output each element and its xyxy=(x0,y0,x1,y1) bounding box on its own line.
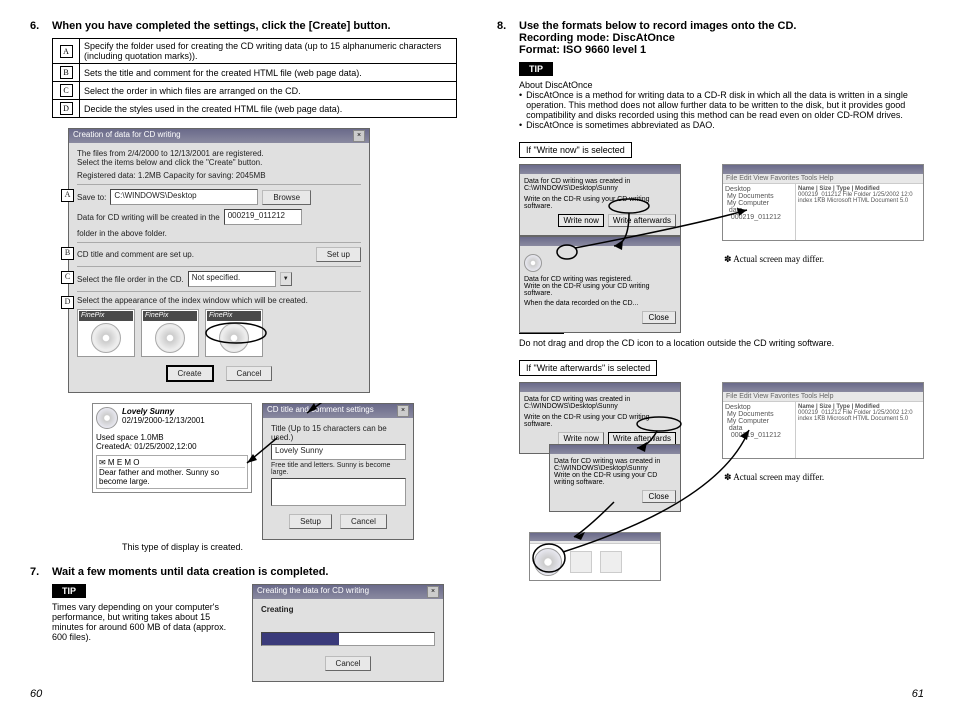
cd-icon xyxy=(524,254,542,272)
page-number: 60 xyxy=(30,688,42,700)
differ-note: ✽ Actual screen may differ. xyxy=(724,254,924,265)
writenow-label: If "Write now" is selected xyxy=(519,142,632,158)
folder-icon xyxy=(600,551,622,573)
style-thumb[interactable]: FinePix xyxy=(205,309,263,357)
cancel-button[interactable]: Cancel xyxy=(325,656,372,671)
progress-dialog: Creating the data for CD writing× Creati… xyxy=(252,584,444,682)
explorer-window-2: File Edit View Favorites Tools Help Desk… xyxy=(722,382,924,459)
writing-dialog: Data for CD writing was registered. Writ… xyxy=(519,236,681,333)
close-button[interactable]: Close xyxy=(642,311,676,324)
saveto-input[interactable]: C:\WINDOWS\Desktop xyxy=(110,189,258,205)
create-button[interactable]: Create xyxy=(166,365,214,382)
cancel-button[interactable]: Cancel xyxy=(340,514,387,529)
caption: This type of display is created. xyxy=(122,542,457,552)
page-right: 8. Use the formats below to record image… xyxy=(497,20,924,700)
differ-note-2: ✽ Actual screen may differ. xyxy=(724,472,924,483)
folder-input[interactable]: 000219_011212 xyxy=(224,209,302,225)
preview-card: Lovely Sunny 02/19/2000-12/13/2001 Used … xyxy=(92,403,252,493)
tip-badge: TIP xyxy=(519,62,553,76)
chevron-down-icon[interactable]: ▼ xyxy=(280,272,292,286)
progress-bar xyxy=(261,632,435,646)
comment-input[interactable] xyxy=(271,478,406,506)
cd-icon[interactable] xyxy=(534,548,562,576)
writing-dialog-2: Data for CD writing was created in C:\WI… xyxy=(549,444,681,512)
explorer-window: File Edit View Favorites Tools Help Desk… xyxy=(722,164,924,241)
step7-heading: 7. Wait a few moments until data creatio… xyxy=(30,566,457,578)
close-button[interactable]: Close xyxy=(642,490,676,503)
writenow-button[interactable]: Write now xyxy=(558,214,603,227)
definitions-table: ASpecify the folder used for creating th… xyxy=(52,38,457,118)
step6-heading: 6. When you have completed the settings,… xyxy=(30,20,457,32)
style-thumb[interactable]: FinePix xyxy=(77,309,135,357)
order-select[interactable]: Not specified. xyxy=(188,271,276,287)
title-input[interactable]: Lovely Sunny xyxy=(271,444,406,460)
cd-icon xyxy=(96,407,118,429)
close-icon[interactable]: × xyxy=(427,586,439,598)
setup-button[interactable]: Set up xyxy=(316,247,361,262)
folder-icon xyxy=(570,551,592,573)
close-icon[interactable]: × xyxy=(397,405,409,417)
create-dialog: Creation of data for CD writing× The fil… xyxy=(68,128,370,393)
writeafter-button[interactable]: Write afterwards xyxy=(608,214,676,227)
tip-badge: TIP xyxy=(52,584,86,598)
style-thumb[interactable]: FinePix xyxy=(141,309,199,357)
page-left: 6. When you have completed the settings,… xyxy=(30,20,457,700)
close-icon[interactable]: × xyxy=(353,130,365,142)
step8-heading: 8. Use the formats below to record image… xyxy=(497,20,924,56)
browse-button[interactable]: Browse xyxy=(262,190,311,205)
explorer-small xyxy=(529,532,661,581)
cancel-button[interactable]: Cancel xyxy=(226,366,273,381)
page-number: 61 xyxy=(912,688,924,700)
completed-dialog: Data for CD writing was created in C:\WI… xyxy=(519,164,681,236)
title-comment-dialog: CD title and comment settings× Title (Up… xyxy=(262,403,414,540)
setup-button[interactable]: Setup xyxy=(289,514,332,529)
writeafter-label: If "Write afterwards" is selected xyxy=(519,360,657,376)
